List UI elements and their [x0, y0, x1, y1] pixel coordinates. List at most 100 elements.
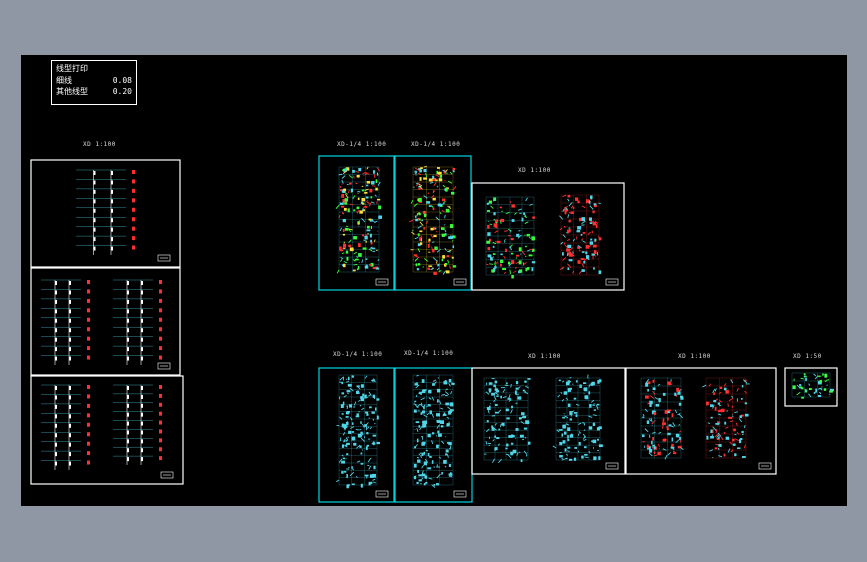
plan-mark — [577, 226, 582, 230]
tag-mark — [159, 456, 162, 461]
plan-mark — [532, 248, 535, 252]
plan-stroke — [439, 212, 442, 215]
plan-mark — [417, 459, 421, 463]
plan-mark — [679, 395, 684, 398]
drawing-canvas[interactable] — [21, 55, 847, 506]
plan-mark — [362, 234, 365, 237]
plan-mark — [448, 410, 452, 413]
plan-mark — [591, 440, 595, 443]
plan-stroke — [654, 397, 659, 400]
plan-stroke — [808, 383, 811, 386]
plan-mark — [341, 460, 346, 464]
floor-mark — [141, 421, 143, 426]
plan-mark — [378, 215, 383, 219]
plan-mark — [664, 410, 668, 414]
plan-mark — [741, 385, 744, 388]
plan-mark — [522, 415, 527, 419]
plan-stroke — [416, 374, 419, 377]
plan-stroke — [497, 458, 502, 464]
plan-stroke — [485, 441, 488, 445]
plan-stroke — [495, 241, 498, 243]
plan-mark — [436, 413, 441, 417]
plan-mark — [353, 236, 357, 240]
plan-stroke — [350, 426, 355, 429]
tag-mark — [87, 432, 90, 437]
plan-stroke — [503, 271, 507, 275]
plan-mark — [369, 406, 372, 409]
plan-mark — [342, 228, 345, 232]
tag-mark — [159, 438, 162, 443]
plan-mark — [343, 471, 347, 473]
floor-mark — [141, 394, 143, 399]
tag-mark — [87, 298, 90, 303]
plan-mark — [528, 254, 533, 257]
plan-mark — [514, 390, 517, 395]
plan-mark — [488, 382, 493, 385]
plan-mark — [418, 212, 421, 216]
plan-mark — [427, 404, 431, 407]
plan-mark — [358, 253, 362, 257]
floor-mark — [141, 281, 143, 285]
plan-mark — [574, 446, 577, 449]
plan-mark — [434, 246, 438, 250]
tag-mark — [132, 188, 135, 193]
plan-mark — [375, 267, 380, 270]
cad-drawing-viewport[interactable]: 线型打印 细线 0.08 其他线型 0.20 XD 1:100 XD-1/4 1… — [21, 55, 847, 506]
plan-mark — [439, 174, 443, 178]
plan-stroke — [561, 380, 565, 383]
plan-stroke — [489, 263, 494, 265]
plan-stroke — [420, 234, 423, 238]
plan-mark — [344, 198, 349, 202]
plan-mark — [359, 210, 363, 214]
plan-stroke — [560, 391, 563, 394]
plan-mark — [511, 260, 515, 265]
plan-mark — [346, 484, 349, 489]
plan-stroke — [346, 378, 348, 380]
plan-mark — [595, 224, 598, 228]
plan-stroke — [552, 445, 557, 449]
plan-mark — [494, 403, 498, 406]
plan-mark — [559, 455, 563, 458]
tag-mark — [132, 217, 135, 222]
plan-stroke — [441, 394, 446, 396]
floor-mark — [141, 439, 143, 444]
plan-mark — [511, 252, 514, 255]
plan-mark — [370, 239, 372, 243]
plan-stroke — [577, 433, 580, 436]
plan-mark — [819, 379, 822, 383]
plan-stroke — [357, 192, 359, 194]
plan-stroke — [430, 233, 434, 238]
plan-mark — [369, 264, 372, 266]
plan-stroke — [442, 184, 446, 188]
plan-stroke — [449, 171, 453, 175]
plan-stroke — [583, 429, 586, 432]
plan-mark — [662, 422, 666, 425]
plan-mark — [734, 453, 737, 457]
plan-mark — [426, 201, 431, 204]
sheet-frame-left-mid — [30, 267, 181, 376]
plan-mark — [366, 184, 369, 187]
plan-mark — [493, 212, 496, 216]
plan-mark — [652, 379, 655, 383]
plan-stroke — [428, 477, 433, 480]
plan-stroke — [567, 214, 570, 218]
plan-stroke — [581, 220, 586, 224]
plan-mark — [419, 242, 423, 245]
plan-mark — [346, 421, 349, 426]
plan-stroke — [736, 387, 739, 392]
plan-stroke — [436, 249, 440, 253]
plan-stroke — [441, 440, 445, 444]
plan-stroke — [593, 254, 597, 257]
plan-mark — [569, 251, 572, 255]
plan-mark — [417, 233, 420, 237]
plan-stroke — [563, 225, 566, 228]
plan-stroke — [591, 230, 594, 234]
floor-mark — [141, 430, 143, 435]
plan-mark — [418, 425, 421, 428]
plan-mark — [433, 235, 437, 238]
plan-stroke — [355, 170, 359, 173]
plan-stroke — [449, 265, 451, 269]
plan-mark — [581, 269, 585, 272]
plan-mark — [351, 375, 354, 378]
plan-mark — [598, 270, 602, 275]
